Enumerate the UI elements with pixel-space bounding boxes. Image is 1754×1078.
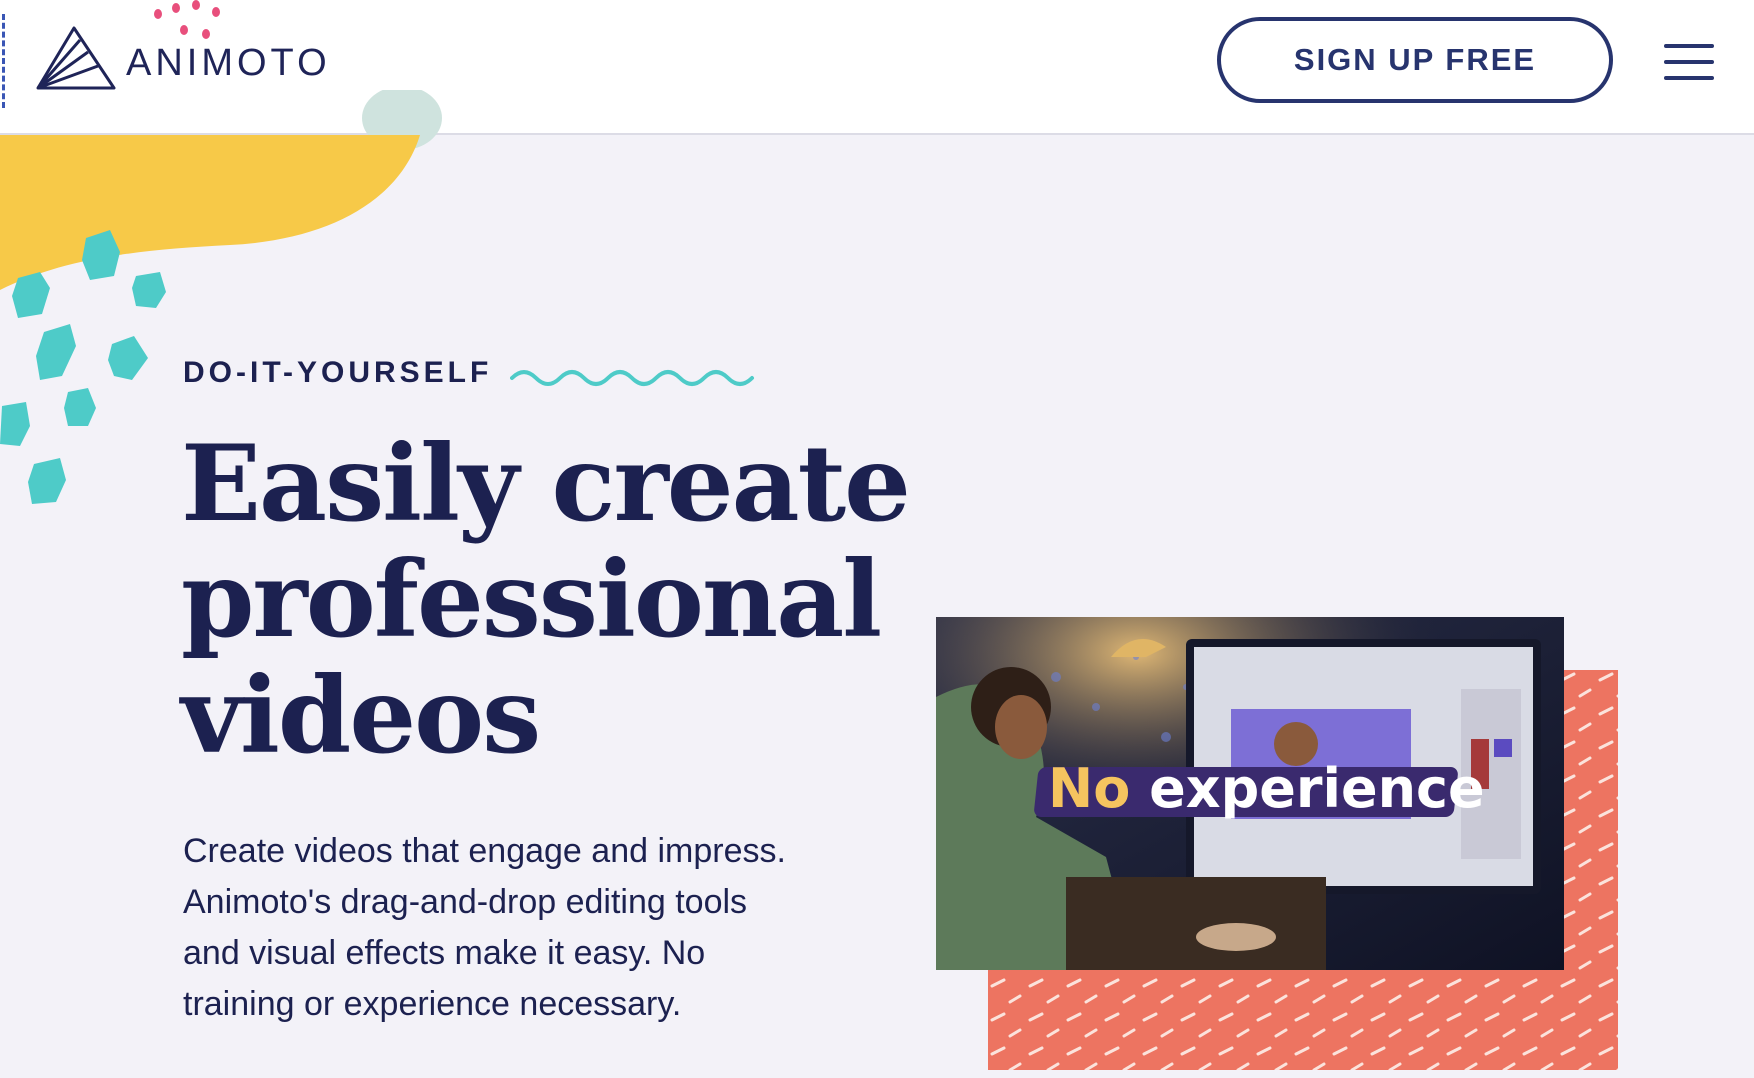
description-line: Animoto's drag-and-drop editing tools: [183, 883, 748, 921]
paper-plane-logo-icon: [36, 26, 116, 90]
logo-wordmark: ANIMOTO: [126, 42, 331, 84]
eyebrow-label: DO-IT-YOURSELF: [183, 356, 493, 389]
animoto-logo[interactable]: ANIMOTO: [36, 24, 336, 94]
description-line: and visual effects make it easy. No: [183, 934, 706, 972]
caption-word-no: No: [1048, 757, 1131, 820]
headline-line: videos: [181, 653, 541, 777]
hero-description: Create videos that engage and impress. A…: [183, 826, 863, 1030]
sign-up-free-button[interactable]: SIGN UP FREE: [1217, 17, 1613, 103]
description-line: training or experience necessary.: [183, 985, 682, 1023]
hero-video[interactable]: No experience: [936, 617, 1564, 970]
description-line: Create videos that engage and impress.: [183, 832, 786, 870]
hero-headline: Easily create professional videos: [181, 421, 911, 777]
video-caption: No experience: [1048, 757, 1485, 820]
teal-squiggle-decoration: [510, 370, 754, 386]
headline-line: professional: [181, 537, 882, 661]
headline-line: Easily create: [181, 421, 911, 545]
dashed-edge-decoration: [2, 14, 5, 108]
caption-word-experience: experience: [1149, 757, 1485, 820]
site-header: ANIMOTO SIGN UP FREE: [0, 0, 1754, 135]
hamburger-menu-icon[interactable]: [1664, 44, 1716, 80]
